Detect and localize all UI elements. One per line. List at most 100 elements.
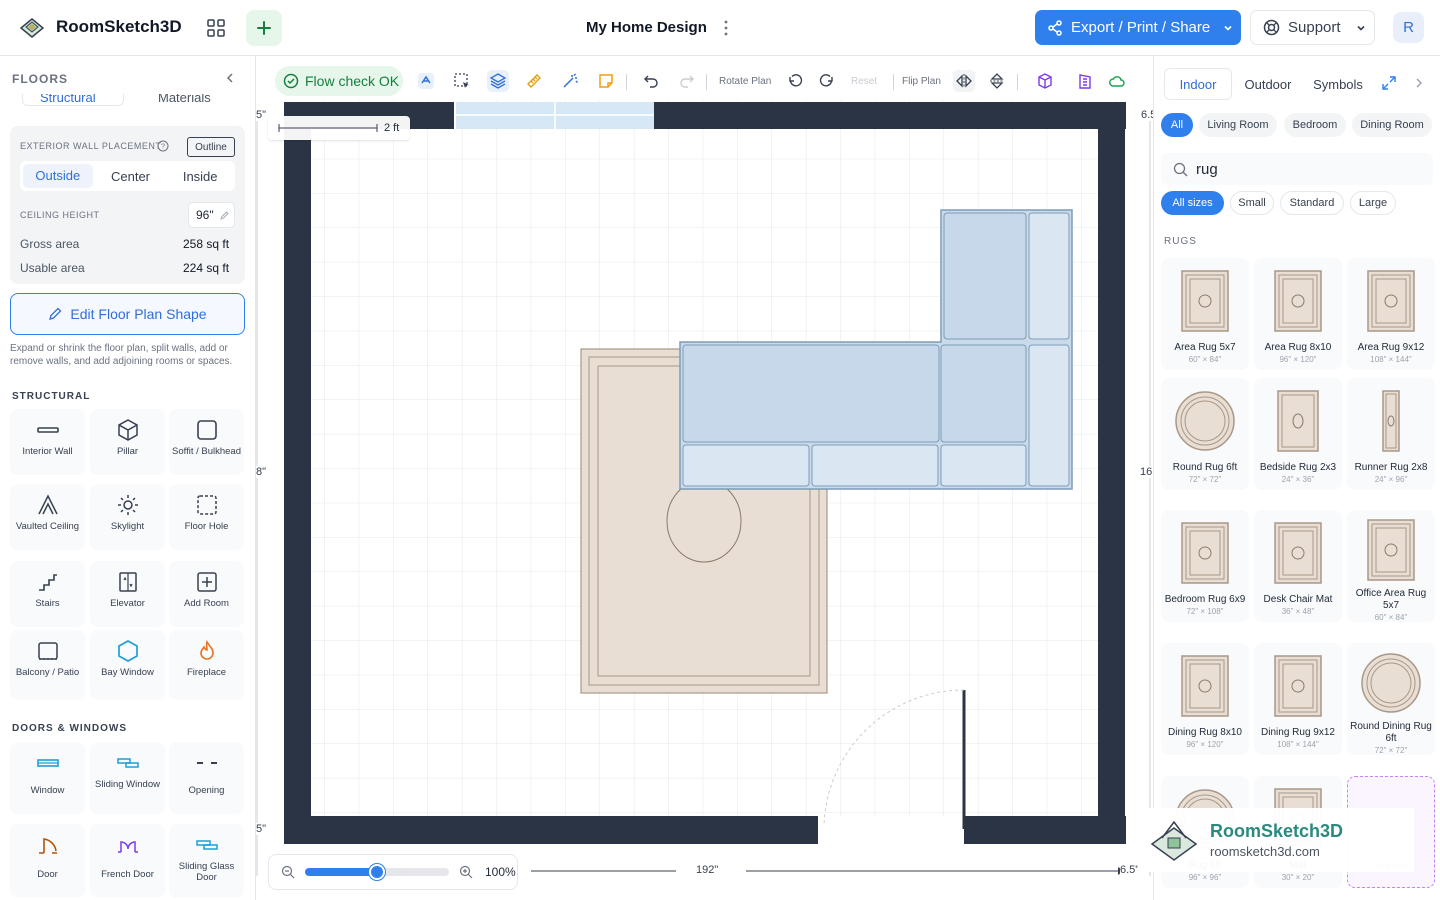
rotate-right-icon[interactable] xyxy=(816,70,838,92)
redo-icon[interactable] xyxy=(676,70,698,92)
chevron-left-icon[interactable] xyxy=(222,70,238,86)
tile-bay-window[interactable]: Bay Window xyxy=(90,630,165,700)
new-design-button[interactable] xyxy=(246,10,282,46)
category-all[interactable]: All xyxy=(1161,113,1193,137)
catalog-item[interactable]: Dining Rug 8x10 96" × 120" xyxy=(1161,643,1249,755)
tile-floor-hole[interactable]: Floor Hole xyxy=(169,484,244,550)
rotate-left-icon[interactable] xyxy=(784,70,806,92)
catalog-item[interactable]: Round Dining Rug 6ft 72" × 72" xyxy=(1347,643,1435,755)
undo-icon[interactable] xyxy=(640,70,662,92)
ceiling-height-field[interactable]: 96" xyxy=(188,202,235,228)
catalog-search[interactable]: rug xyxy=(1161,153,1433,185)
select-area-icon[interactable] xyxy=(451,70,473,92)
measure-ruler-icon[interactable] xyxy=(523,70,545,92)
outline-toggle[interactable]: Outline xyxy=(187,137,235,157)
placement-inside[interactable]: Inside xyxy=(165,169,235,184)
document-title[interactable]: My Home Design xyxy=(586,19,707,36)
catalog-item-name: Round Rug 6ft xyxy=(1172,462,1238,473)
catalog-item[interactable]: Bedside Rug 2x3 24" × 36" xyxy=(1254,378,1342,490)
subtab-structural[interactable]: Structural xyxy=(40,94,96,105)
tile-pillar[interactable]: Pillar xyxy=(90,409,165,475)
edit-floor-plan-shape-button[interactable]: Edit Floor Plan Shape xyxy=(10,293,245,335)
layers-icon[interactable] xyxy=(487,70,509,92)
catalog-item-size: 108" × 144" xyxy=(1277,740,1319,749)
pencil-icon xyxy=(49,307,62,320)
size-all[interactable]: All sizes xyxy=(1161,191,1224,215)
size-large[interactable]: Large xyxy=(1350,191,1396,215)
zoom-in-icon[interactable] xyxy=(459,865,473,879)
subtab-materials[interactable]: Materials xyxy=(158,94,211,105)
catalog-item[interactable]: Runner Rug 2x8 24" × 96" xyxy=(1347,378,1435,490)
more-options-icon[interactable] xyxy=(718,18,734,38)
zoom-slider-track[interactable] xyxy=(305,864,449,880)
catalog-item[interactable]: Area Rug 9x12 108" × 144" xyxy=(1347,258,1435,370)
rug-icon xyxy=(1356,518,1426,582)
placement-center[interactable]: Center xyxy=(96,169,166,184)
catalog-item[interactable]: Round Rug 6ft 72" × 72" xyxy=(1161,378,1249,490)
round-rug-icon xyxy=(1356,651,1426,715)
catalog-item[interactable]: Area Rug 5x7 60" × 84" xyxy=(1161,258,1249,370)
category-bedroom[interactable]: Bedroom xyxy=(1284,113,1346,137)
tile-french-door[interactable]: French Door xyxy=(90,824,165,898)
rotate-plan-label: Rotate Plan xyxy=(719,76,772,87)
ceiling-height-label: CEILING HEIGHT xyxy=(20,210,100,220)
3d-cube-icon[interactable] xyxy=(1034,70,1056,92)
floor-plan-canvas[interactable]: 2 ft 5" 8" 5" 6.5 16 192" 6.5" Flow chec… xyxy=(256,56,1153,900)
tile-soffit[interactable]: Soffit / Bulkhead xyxy=(169,409,244,475)
catalog-item-name: Dining Rug 8x10 xyxy=(1168,727,1242,738)
tile-label: Elevator xyxy=(110,598,145,609)
tile-stairs[interactable]: Stairs xyxy=(10,561,85,627)
tile-vaulted-ceiling[interactable]: Vaulted Ceiling xyxy=(10,484,85,550)
category-living-room[interactable]: Living Room xyxy=(1199,113,1277,137)
dimension-right-mid: 16 xyxy=(1140,466,1153,478)
tile-balcony[interactable]: Balcony / Patio xyxy=(10,630,85,700)
catalog-item-size: 108" × 144" xyxy=(1370,355,1412,364)
reset-rotation-button[interactable]: Reset xyxy=(851,76,877,87)
tile-fireplace[interactable]: Fireplace xyxy=(169,630,244,700)
tab-symbols[interactable]: Symbols xyxy=(1304,68,1372,100)
tile-label: Balcony / Patio xyxy=(15,667,80,678)
tile-sliding-window[interactable]: Sliding Window xyxy=(90,742,165,814)
catalog-item[interactable]: Desk Chair Mat 36" × 48" xyxy=(1254,510,1342,622)
tile-door[interactable]: Door xyxy=(10,824,85,898)
flow-check-badge[interactable]: Flow check OK xyxy=(275,66,403,96)
chevron-right-icon[interactable] xyxy=(1412,76,1426,90)
category-dining-room[interactable]: Dining Room xyxy=(1352,113,1432,137)
sticky-note-icon[interactable] xyxy=(595,70,617,92)
tab-indoor[interactable]: Indoor xyxy=(1164,68,1232,100)
expand-icon[interactable] xyxy=(1382,76,1396,90)
catalog-item[interactable]: Dining Rug 9x12 108" × 144" xyxy=(1254,643,1342,755)
window-top[interactable] xyxy=(456,102,654,129)
tile-sliding-glass-door[interactable]: Sliding Glass Door xyxy=(169,824,244,898)
tile-elevator[interactable]: Elevator xyxy=(90,561,165,627)
tab-outdoor[interactable]: Outdoor xyxy=(1238,68,1298,100)
catalog-item[interactable]: Office Area Rug 5x7 60" × 84" xyxy=(1347,510,1435,622)
zoom-out-icon[interactable] xyxy=(281,865,295,879)
support-button[interactable]: Support xyxy=(1250,10,1375,45)
dimension-bottom-width: 192" xyxy=(692,864,723,876)
zoom-slider-handle[interactable] xyxy=(369,864,385,880)
flip-horizontal-icon[interactable] xyxy=(953,70,975,92)
size-small[interactable]: Small xyxy=(1230,191,1274,215)
placement-outside[interactable]: Outside xyxy=(23,164,93,188)
export-print-share-button[interactable]: Export / Print / Share xyxy=(1035,10,1241,45)
grid-menu-button[interactable] xyxy=(198,10,234,46)
catalog-item-name: Area Rug 8x10 xyxy=(1264,342,1332,353)
user-avatar[interactable]: R xyxy=(1393,12,1424,43)
tile-add-room[interactable]: Add Room xyxy=(169,561,244,627)
tile-skylight[interactable]: Skylight xyxy=(90,484,165,550)
help-circle-icon[interactable]: ? xyxy=(157,139,169,152)
scale-label: 2 ft xyxy=(384,122,400,134)
catalog-item[interactable]: Bedroom Rug 6x9 72" × 108" xyxy=(1161,510,1249,622)
size-standard[interactable]: Standard xyxy=(1280,191,1344,215)
tile-interior-wall[interactable]: Interior Wall xyxy=(10,409,85,475)
catalog-item[interactable]: Area Rug 8x10 96" × 120" xyxy=(1254,258,1342,370)
magic-wand-icon[interactable] xyxy=(559,70,581,92)
flip-vertical-icon[interactable] xyxy=(986,70,1008,92)
cloud-icon[interactable] xyxy=(1106,70,1128,92)
building-icon[interactable] xyxy=(1074,70,1096,92)
tile-opening[interactable]: Opening xyxy=(169,742,244,814)
tile-window[interactable]: Window xyxy=(10,742,85,814)
rug-icon xyxy=(1356,266,1426,336)
magnet-snap-icon[interactable] xyxy=(415,70,437,92)
